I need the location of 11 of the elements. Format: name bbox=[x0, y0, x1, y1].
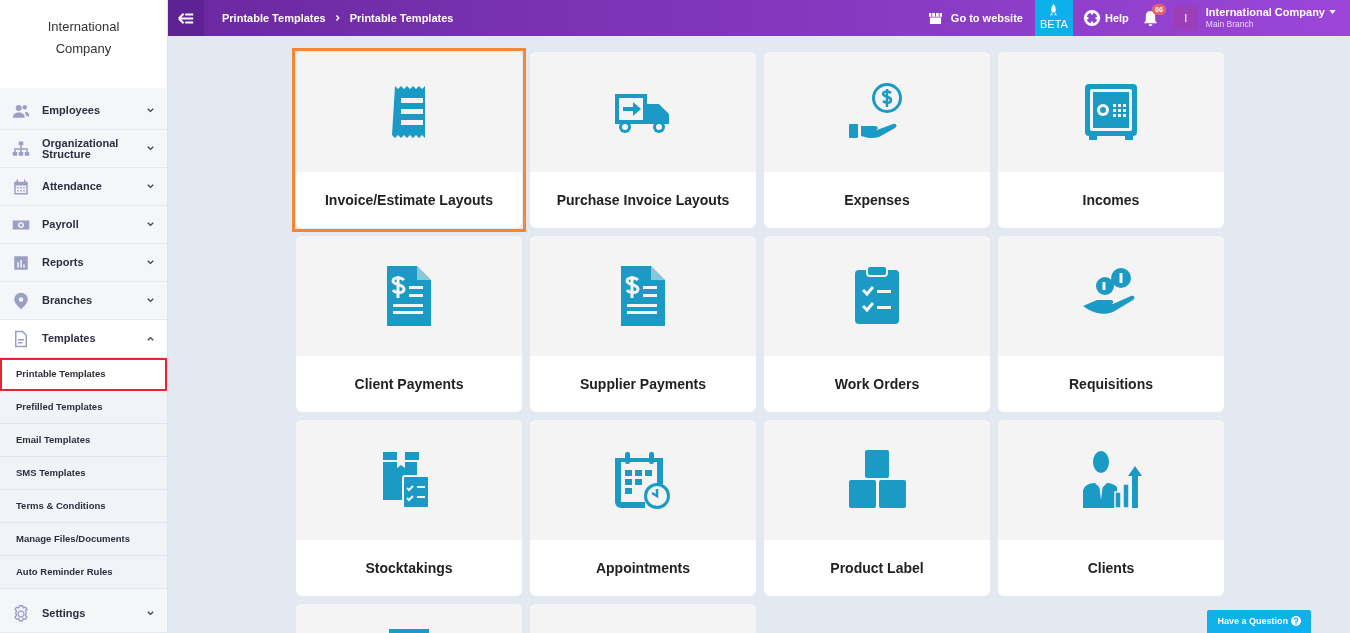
company-name: International Company bbox=[46, 18, 121, 58]
breadcrumb-link[interactable]: Printable Templates bbox=[222, 9, 326, 27]
account-name[interactable]: International Company bbox=[1205, 6, 1325, 18]
avatar[interactable]: I bbox=[1173, 6, 1198, 30]
breadcrumb-current: Printable Templates bbox=[349, 10, 454, 26]
submenu-item[interactable]: Printable Templates bbox=[0, 358, 167, 391]
template-card[interactable]: Invoice/Estimate Layouts bbox=[292, 48, 526, 232]
website-link[interactable]: Go to website bbox=[950, 9, 1023, 27]
branch-name: Main Branch bbox=[1205, 18, 1255, 30]
help-link[interactable]: Help bbox=[1104, 9, 1129, 27]
sidebar-item[interactable]: Templates bbox=[0, 320, 167, 358]
